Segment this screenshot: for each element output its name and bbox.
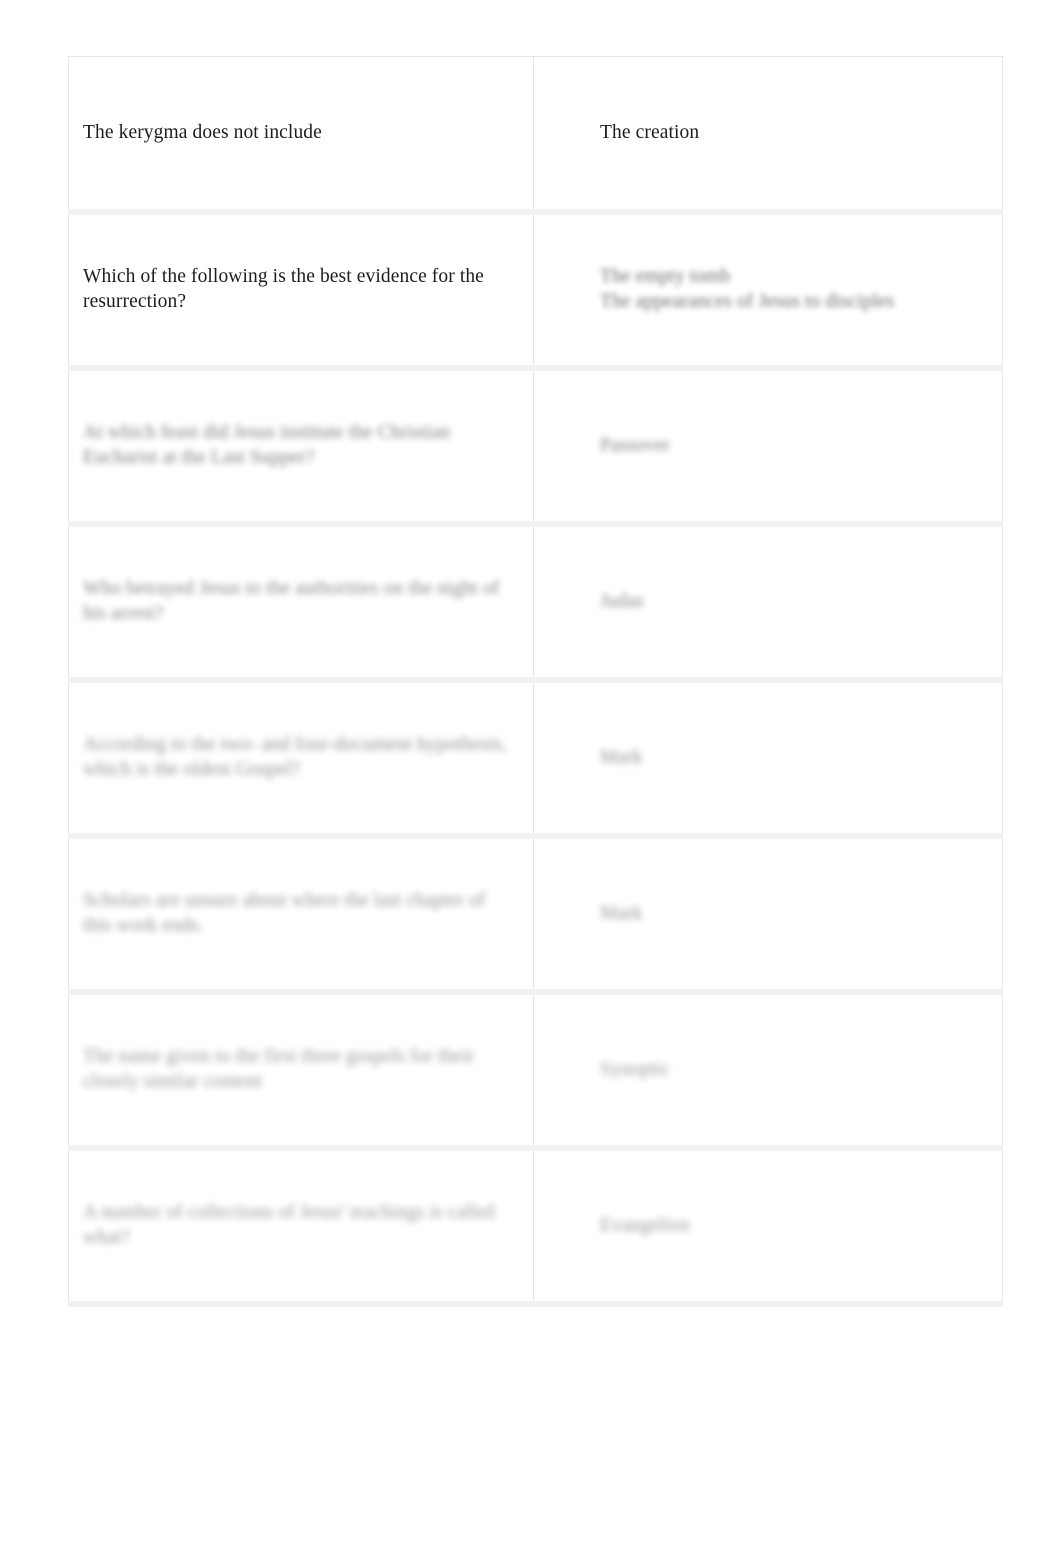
- flashcard-term-text: The name given to the first three gospel…: [83, 1046, 475, 1092]
- table-row[interactable]: Who betrayed Jesus to the authorities on…: [68, 527, 1003, 677]
- table-row[interactable]: Which of the following is the best evide…: [68, 215, 1003, 365]
- flashcard-term-cell[interactable]: At which feast did Jesus institute the C…: [69, 371, 534, 521]
- table-bottom-rule: [68, 1301, 1003, 1307]
- flashcard-definition-text: Mark: [600, 902, 643, 924]
- flashcard-definition-text: The empty tomb The appearances of Jesus …: [600, 266, 895, 312]
- flashcard-definition-cell[interactable]: Judas: [534, 527, 1004, 677]
- flashcard-definition-text: Evangelion: [600, 1214, 690, 1236]
- flashcard-term-cell[interactable]: Scholars are unsure about where the last…: [69, 839, 534, 989]
- flashcard-definition-cell[interactable]: Passover: [534, 371, 1004, 521]
- flashcard-term-text: At which feast did Jesus institute the C…: [83, 422, 451, 468]
- flashcard-definition-text: Judas: [600, 590, 644, 612]
- flashcard-definition-text: Mark: [600, 746, 643, 768]
- flashcard-definition-cell[interactable]: The empty tomb The appearances of Jesus …: [534, 215, 1004, 365]
- flashcard-term-text: Scholars are unsure about where the last…: [83, 890, 486, 936]
- flashcard-definition-text: Synoptic: [600, 1058, 671, 1080]
- table-row[interactable]: The name given to the first three gospel…: [68, 995, 1003, 1145]
- flashcard-definition-cell[interactable]: Evangelion: [534, 1151, 1004, 1301]
- flashcard-term-text: The kerygma does not include: [83, 121, 322, 143]
- flashcard-term-text: A number of collections of Jesus' teachi…: [83, 1202, 495, 1248]
- flashcard-term-text: According to the two- and four-document …: [83, 734, 507, 780]
- flashcard-definition-cell[interactable]: The creation: [534, 57, 1004, 209]
- table-row[interactable]: At which feast did Jesus institute the C…: [68, 371, 1003, 521]
- table-row[interactable]: A number of collections of Jesus' teachi…: [68, 1151, 1003, 1301]
- table-row[interactable]: Scholars are unsure about where the last…: [68, 839, 1003, 989]
- flashcard-definition-text: The creation: [600, 121, 700, 143]
- flashcard-term-cell[interactable]: A number of collections of Jesus' teachi…: [69, 1151, 534, 1301]
- document-page: The kerygma does not include The creation…: [0, 0, 1062, 1556]
- flashcard-term-text: Who betrayed Jesus to the authorities on…: [83, 578, 500, 624]
- flashcard-term-cell[interactable]: Which of the following is the best evide…: [69, 215, 534, 365]
- flashcard-definition-text: Passover: [600, 434, 671, 456]
- flashcard-term-text: Which of the following is the best evide…: [83, 266, 484, 312]
- table-row[interactable]: The kerygma does not include The creation: [68, 57, 1003, 209]
- flashcard-term-cell[interactable]: The name given to the first three gospel…: [69, 995, 534, 1145]
- flashcard-definition-cell[interactable]: Mark: [534, 683, 1004, 833]
- flashcard-term-cell[interactable]: According to the two- and four-document …: [69, 683, 534, 833]
- flashcard-term-cell[interactable]: The kerygma does not include: [69, 57, 534, 209]
- flashcard-term-cell[interactable]: Who betrayed Jesus to the authorities on…: [69, 527, 534, 677]
- flashcard-table: The kerygma does not include The creation…: [68, 56, 1003, 1307]
- table-row[interactable]: According to the two- and four-document …: [68, 683, 1003, 833]
- flashcard-definition-cell[interactable]: Mark: [534, 839, 1004, 989]
- flashcard-definition-cell[interactable]: Synoptic: [534, 995, 1004, 1145]
